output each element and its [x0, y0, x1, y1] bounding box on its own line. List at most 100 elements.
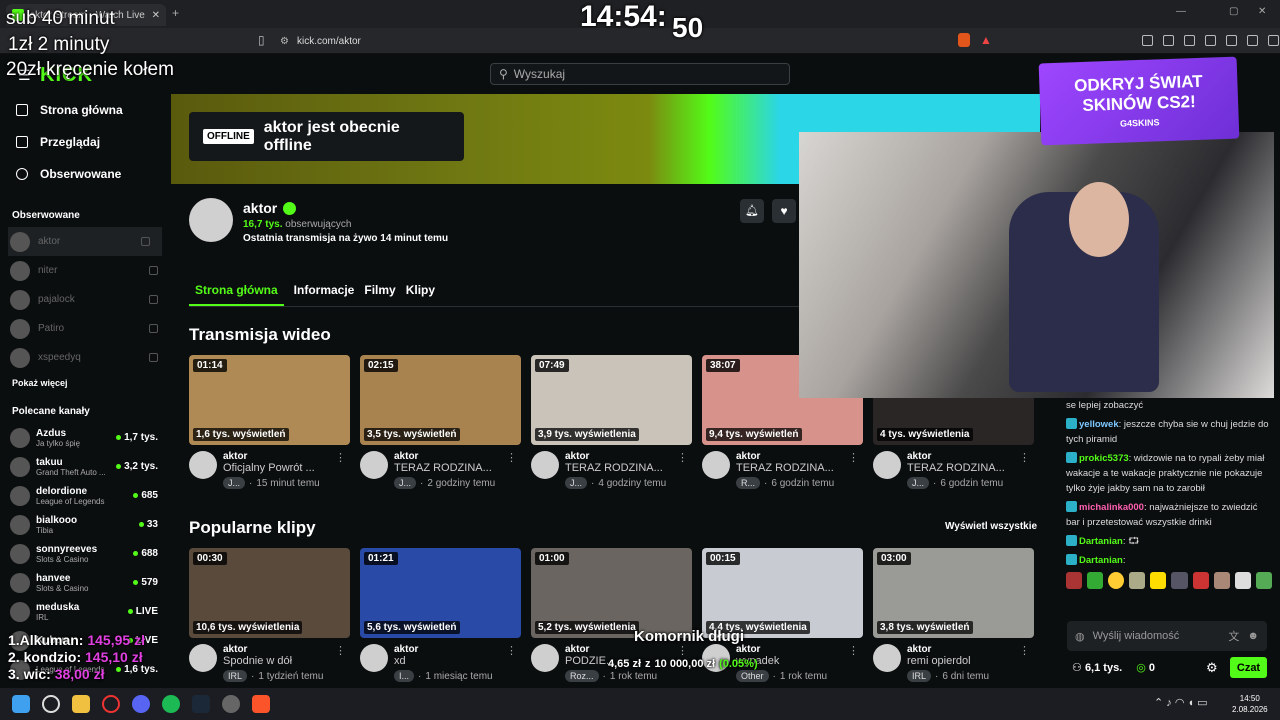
chat-username[interactable]: yellowek: [1079, 419, 1119, 430]
card-channel[interactable]: aktor: [394, 644, 494, 655]
thumbnail[interactable]: 01:14 1,6 tys. wyświetleń: [189, 355, 350, 445]
emote[interactable]: [1066, 572, 1083, 589]
recommended-item[interactable]: Azdus Ja tylko śpię 1,7 tys.: [0, 423, 170, 452]
card-title[interactable]: Spodnie w dół: [223, 655, 323, 667]
tray-icons[interactable]: ⌃ ♪ ◠ ◖ ▭: [1154, 696, 1208, 709]
bookmark-icon[interactable]: ▯: [258, 33, 265, 47]
card-channel[interactable]: aktor: [907, 644, 1007, 655]
card-title[interactable]: TERAZ RODZINA...: [736, 462, 836, 474]
show-more-link[interactable]: Pokaż więcej: [0, 372, 170, 394]
thumbnail[interactable]: 07:49 3,9 tys. wyświetlenia: [531, 355, 692, 445]
recommended-item[interactable]: hanvee Slots & Casino 579: [0, 568, 170, 597]
opera-icon[interactable]: [102, 695, 120, 713]
site-settings-icon[interactable]: ⚙: [280, 36, 289, 47]
avatar[interactable]: [531, 451, 559, 479]
following-item[interactable]: Patiro: [0, 314, 170, 343]
rewards-icon[interactable]: ▲: [980, 33, 992, 47]
avatar[interactable]: [189, 644, 217, 672]
card-title[interactable]: TERAZ RODZINA...: [907, 462, 1007, 474]
card-channel[interactable]: aktor: [736, 644, 836, 655]
category-tag[interactable]: IRL: [223, 670, 248, 682]
chat-send-button[interactable]: Czat: [1230, 657, 1267, 678]
card-title[interactable]: remi opierdol: [907, 655, 1007, 667]
category-tag[interactable]: Roz...: [565, 670, 599, 682]
more-options-icon[interactable]: ⋮: [335, 451, 346, 464]
video-card[interactable]: 07:49 3,9 tys. wyświetlenia aktor TERAZ ROD…: [531, 355, 692, 489]
emote[interactable]: [1213, 572, 1230, 589]
thumbnail[interactable]: 01:00 5,2 tys. wyświetlenia: [531, 548, 692, 638]
card-title[interactable]: TERAZ RODZINA...: [565, 462, 665, 474]
card-channel[interactable]: aktor: [736, 451, 836, 462]
category-tag[interactable]: J...: [394, 477, 417, 489]
spotify-icon[interactable]: [162, 695, 180, 713]
avatar[interactable]: [531, 644, 559, 672]
recommended-item[interactable]: sonnyreeves Slots & Casino 688: [0, 539, 170, 568]
extensions-icon[interactable]: [1142, 35, 1153, 46]
tab-about[interactable]: Informacje: [294, 283, 355, 306]
nav-following[interactable]: Obserwowane: [0, 158, 170, 190]
taskbar-search-icon[interactable]: [42, 695, 60, 713]
more-options-icon[interactable]: ⋮: [1019, 644, 1030, 657]
more-options-icon[interactable]: ⋮: [506, 451, 517, 464]
ad-banner[interactable]: ODKRYJ ŚWIAT SKINÓW CS2! G4SKINS: [1038, 56, 1240, 146]
following-item[interactable]: pajalock: [0, 285, 170, 314]
card-title[interactable]: xd: [394, 655, 494, 667]
thumbnail[interactable]: 03:00 3,8 tys. wyświetleń: [873, 548, 1034, 638]
more-options-icon[interactable]: ⋮: [677, 644, 688, 657]
recommended-item[interactable]: takuu Grand Theft Auto ... 3,2 tys.: [0, 452, 170, 481]
chat-settings-icon[interactable]: ⚙: [1206, 660, 1218, 676]
card-channel[interactable]: aktor: [565, 644, 665, 655]
brave-shield-icon[interactable]: [958, 33, 970, 47]
emote[interactable]: [1255, 572, 1272, 589]
media-icon[interactable]: [1163, 35, 1174, 46]
nav-browse[interactable]: Przeglądaj: [0, 126, 170, 158]
more-options-icon[interactable]: ⋮: [848, 451, 859, 464]
category-tag[interactable]: R...: [736, 477, 761, 489]
card-title[interactable]: Oficjalny Powrót ...: [223, 462, 323, 474]
following-item[interactable]: aktor: [8, 227, 162, 256]
video-card[interactable]: 01:14 1,6 tys. wyświetleń aktor Oficjalny P…: [189, 355, 350, 489]
avatar[interactable]: [873, 644, 901, 672]
following-item[interactable]: niter: [0, 256, 170, 285]
category-tag[interactable]: J...: [907, 477, 930, 489]
emote[interactable]: [1087, 572, 1104, 589]
sidebar-icon[interactable]: [1184, 35, 1195, 46]
category-tag[interactable]: Other: [736, 670, 769, 682]
view-all-clips-link[interactable]: Wyświetl wszystkie: [945, 521, 1037, 532]
steam-icon[interactable]: [192, 695, 210, 713]
translate-icon[interactable]: 文: [1228, 628, 1239, 644]
avatar[interactable]: [360, 451, 388, 479]
recommended-item[interactable]: meduska IRL LIVE: [0, 597, 170, 626]
emote[interactable]: [1108, 572, 1125, 589]
tab-home[interactable]: Strona główna: [189, 283, 284, 306]
avatar[interactable]: [702, 451, 730, 479]
thumbnail[interactable]: 02:15 3,5 tys. wyświetleń: [360, 355, 521, 445]
more-options-icon[interactable]: ⋮: [848, 644, 859, 657]
chat-username[interactable]: prokic5373: [1079, 453, 1129, 464]
emote[interactable]: [1171, 572, 1188, 589]
nav-home[interactable]: Strona główna: [0, 94, 170, 126]
more-options-icon[interactable]: ⋮: [506, 644, 517, 657]
emoji-icon[interactable]: ☻: [1247, 630, 1259, 642]
more-options-icon[interactable]: ⋮: [1019, 451, 1030, 464]
maximize-icon[interactable]: ▢: [1229, 6, 1238, 17]
windows-start-icon[interactable]: [12, 695, 30, 713]
card-title[interactable]: TERAZ RODZINA...: [394, 462, 494, 474]
card-channel[interactable]: aktor: [223, 451, 323, 462]
clip-card[interactable]: 03:00 3,8 tys. wyświetleń aktor remi opierd…: [873, 548, 1034, 682]
brave-icon[interactable]: [252, 695, 270, 713]
emote[interactable]: [1192, 572, 1209, 589]
following-item[interactable]: xspeedyq: [0, 343, 170, 372]
recommended-item[interactable]: delordione League of Legends 685: [0, 481, 170, 510]
more-options-icon[interactable]: ⋮: [677, 451, 688, 464]
chat-username[interactable]: Dartanian: [1079, 536, 1123, 547]
thumbnail[interactable]: 00:30 10,6 tys. wyświetlenia: [189, 548, 350, 638]
search-input[interactable]: ⚲ Wyszukaj: [490, 63, 790, 85]
recommended-item[interactable]: bialkooo Tibia 33: [0, 510, 170, 539]
chat-input[interactable]: ◍ Wyślij wiadomość 文 ☻: [1067, 621, 1267, 651]
avatar[interactable]: [360, 644, 388, 672]
avatar[interactable]: [189, 451, 217, 479]
clip-card[interactable]: 00:30 10,6 tys. wyświetlenia aktor Spodnie …: [189, 548, 350, 682]
vpn-icon[interactable]: [1247, 35, 1258, 46]
tab-videos[interactable]: Filmy: [364, 283, 395, 306]
